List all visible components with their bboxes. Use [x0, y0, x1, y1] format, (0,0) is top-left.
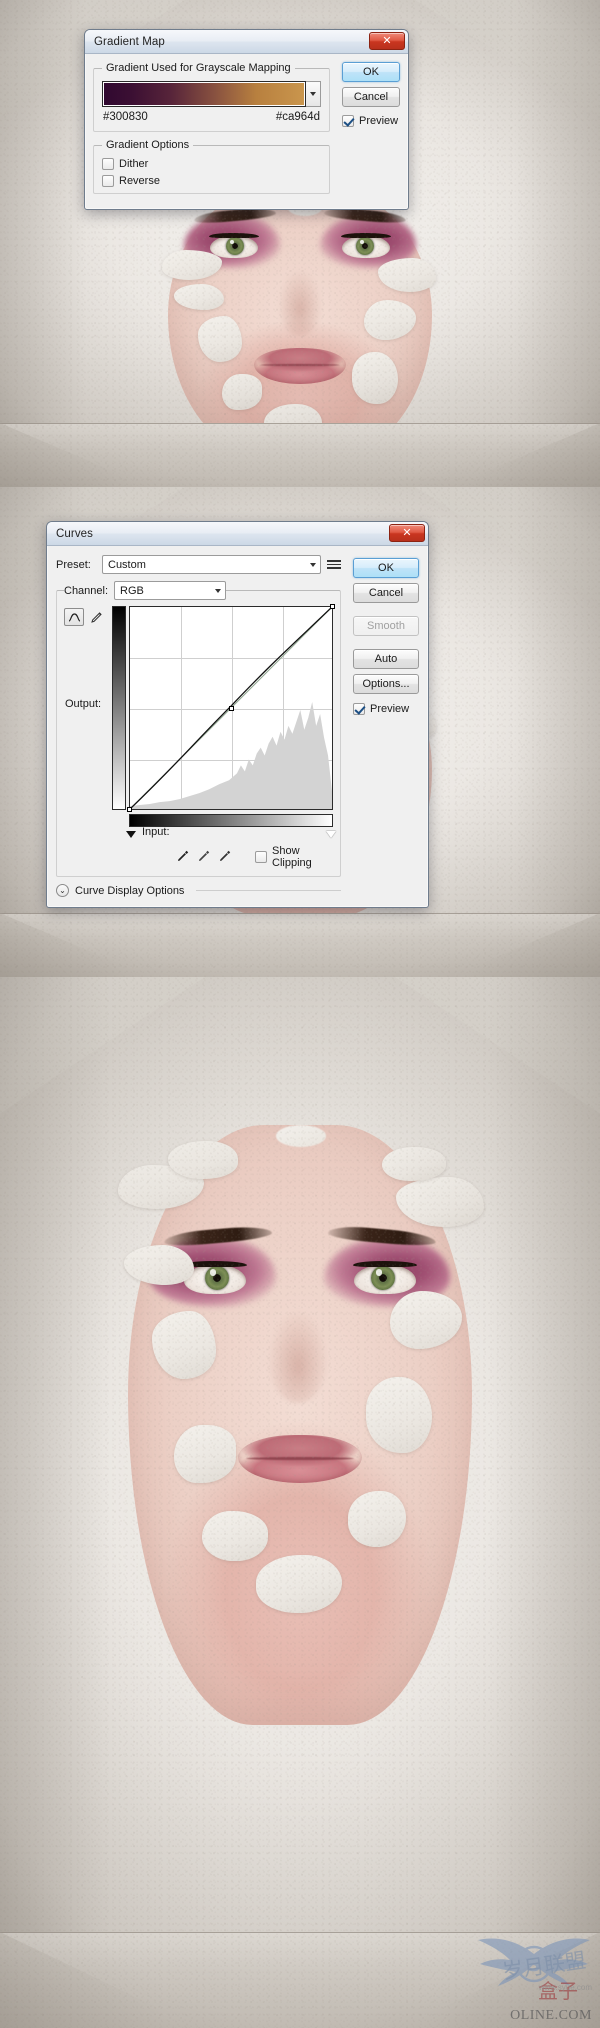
- checkbox-box: [102, 175, 114, 187]
- curves-button-column: OK Cancel Smooth Auto Options... Preview: [353, 558, 419, 718]
- room-wall-top-left: [0, 977, 208, 1115]
- curve-tool-icon[interactable]: [64, 608, 84, 626]
- curve-display-options-label: Curve Display Options: [75, 884, 185, 897]
- eyedropper-row: Show Clipping: [64, 845, 333, 869]
- dither-label: Dither: [119, 158, 149, 170]
- room-floor-3: [0, 1932, 600, 2028]
- auto-button[interactable]: Auto: [353, 649, 419, 669]
- options-button[interactable]: Options...: [353, 674, 419, 694]
- dither-checkbox[interactable]: Dither: [102, 158, 321, 170]
- curve-display-options-row[interactable]: ⌄ Curve Display Options: [56, 884, 341, 897]
- room-floor-2: [0, 913, 600, 977]
- gradient-map-button-column: OK Cancel Preview: [342, 62, 400, 130]
- preview-label: Preview: [359, 115, 399, 127]
- curves-title: Curves: [56, 527, 94, 540]
- ok-button[interactable]: OK: [342, 62, 400, 82]
- gradient-hex-row: #300830 #ca964d: [102, 107, 321, 123]
- output-gradient-bar: [112, 606, 126, 810]
- curves-titlebar[interactable]: Curves ✕: [47, 522, 428, 546]
- gradient-picker-row[interactable]: [102, 81, 321, 107]
- white-eyedropper-icon[interactable]: [218, 849, 232, 866]
- room-floor-1: [0, 423, 600, 487]
- output-label: Output:: [65, 698, 102, 710]
- face-artwork-3: [118, 1119, 484, 1739]
- preview-checkbox[interactable]: Preview: [342, 115, 398, 127]
- curves-graph[interactable]: [127, 604, 335, 812]
- gradient-used-legend: Gradient Used for Grayscale Mapping: [106, 62, 291, 74]
- curve-point[interactable]: [127, 807, 132, 812]
- cancel-button[interactable]: Cancel: [342, 87, 400, 107]
- curves-dialog[interactable]: Curves ✕ OK Cancel Smooth Auto Options..…: [46, 521, 429, 908]
- chevron-down-icon: [309, 562, 316, 567]
- curve-point[interactable]: [229, 706, 234, 711]
- gradient-map-title: Gradient Map: [94, 35, 165, 48]
- gradient-start-hex-label: #300830: [103, 111, 148, 123]
- gradient-swatch[interactable]: [102, 81, 306, 107]
- room-shade-right: [514, 0, 600, 487]
- preset-menu-icon[interactable]: [327, 558, 341, 572]
- preset-row: Preset: Custom: [56, 555, 341, 574]
- smooth-button: Smooth: [353, 616, 419, 636]
- cancel-button[interactable]: Cancel: [353, 583, 419, 603]
- black-eyedropper-icon[interactable]: [176, 849, 190, 866]
- white-point-slider[interactable]: [326, 831, 336, 838]
- black-point-slider[interactable]: [126, 831, 136, 838]
- preset-label: Preset:: [56, 558, 91, 571]
- gradient-options-legend: Gradient Options: [106, 139, 190, 151]
- divider: [196, 890, 341, 891]
- checkbox-box: [342, 115, 354, 127]
- channel-value: RGB: [120, 584, 144, 597]
- show-clipping-label: Show Clipping: [272, 845, 312, 869]
- preview-label: Preview: [370, 703, 410, 715]
- curve-point[interactable]: [330, 604, 335, 609]
- gradient-used-group: Gradient Used for Grayscale Mapping #300…: [93, 62, 330, 132]
- face-artwork-1: [158, 182, 442, 470]
- preview-checkbox[interactable]: Preview: [353, 703, 409, 715]
- room-wall-top-right: [412, 487, 600, 605]
- channel-select[interactable]: RGB: [114, 581, 227, 600]
- ok-button[interactable]: OK: [353, 558, 419, 578]
- input-gradient-bar: [129, 814, 333, 827]
- channel-group: Channel: RGB Output: Input: Show Clippin…: [56, 581, 341, 877]
- checkbox-box: [255, 851, 267, 863]
- close-icon[interactable]: ✕: [389, 524, 425, 542]
- gradient-options-group: Gradient Options Dither Reverse: [93, 139, 330, 194]
- room-shade-left: [0, 0, 86, 487]
- chevron-down-icon: [214, 588, 221, 593]
- chevron-down-icon: [310, 92, 316, 96]
- show-clipping-checkbox[interactable]: Show Clipping: [255, 845, 333, 869]
- reverse-checkbox[interactable]: Reverse: [102, 175, 321, 187]
- room-wall-top-right: [392, 977, 600, 1115]
- channel-label: Channel:: [64, 584, 109, 597]
- close-icon[interactable]: ✕: [369, 32, 405, 50]
- chevron-down-icon[interactable]: ⌄: [56, 884, 69, 897]
- room-wall-top-right: [412, 0, 600, 118]
- reverse-label: Reverse: [119, 175, 160, 187]
- gradient-map-titlebar[interactable]: Gradient Map ✕: [85, 30, 408, 54]
- scene-final-result: [0, 977, 600, 2028]
- gradient-dropdown-button[interactable]: [306, 81, 321, 107]
- screenshot-root: Gradient Map ✕ OK Cancel Preview Gradien…: [0, 0, 600, 2028]
- checkbox-box: [353, 703, 365, 715]
- input-label: Input:: [142, 826, 170, 838]
- checkbox-box: [102, 158, 114, 170]
- curve-tools: [64, 606, 105, 814]
- preset-select[interactable]: Custom: [102, 555, 321, 574]
- gray-eyedropper-icon[interactable]: [197, 849, 211, 866]
- pencil-tool-icon[interactable]: [87, 608, 105, 626]
- gradient-end-hex-label: #ca964d: [275, 111, 320, 123]
- preset-value: Custom: [108, 558, 146, 571]
- gradient-map-dialog[interactable]: Gradient Map ✕ OK Cancel Preview Gradien…: [84, 29, 409, 210]
